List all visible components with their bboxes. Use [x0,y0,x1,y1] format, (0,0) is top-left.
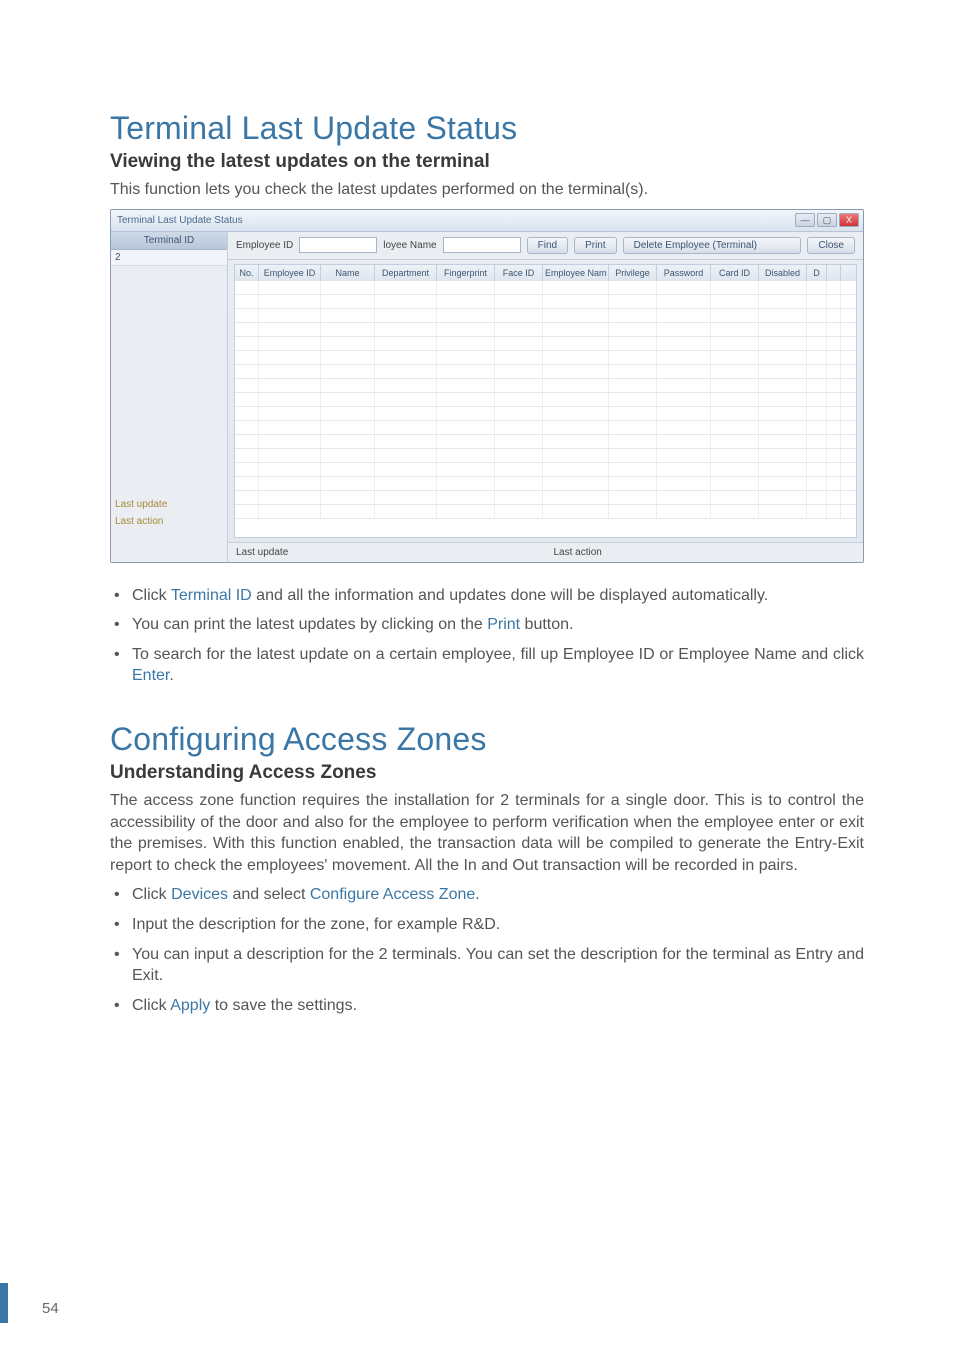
instruction-list-2: Click Devices and select Configure Acces… [110,884,864,1016]
app-window: Terminal Last Update Status — ▢ X Termin… [110,209,864,563]
window-controls: — ▢ X [795,213,859,227]
link-devices: Devices [171,886,228,903]
sidebar-last-action[interactable]: Last action [111,513,227,530]
col-scroll[interactable] [827,265,841,281]
window-title: Terminal Last Update Status [117,215,243,226]
footer-last-action: Last action [546,543,864,562]
col-empname[interactable]: Employee Nam [543,265,609,281]
link-enter: Enter [132,667,169,684]
data-grid: No. Employee ID Name Department Fingerpr… [234,264,857,538]
col-fingerprint[interactable]: Fingerprint [437,265,495,281]
sidebar-last-update[interactable]: Last update [111,496,227,513]
delete-employee-button[interactable]: Delete Employee (Terminal) [623,237,802,254]
titlebar: Terminal Last Update Status — ▢ X [111,210,863,232]
col-name[interactable]: Name [321,265,375,281]
minimize-button[interactable]: — [795,213,815,227]
list-item: You can print the latest updates by clic… [110,614,864,636]
col-no[interactable]: No. [235,265,259,281]
col-disabled[interactable]: Disabled [759,265,807,281]
print-button[interactable]: Print [574,237,617,254]
page-number: 54 [42,1300,59,1317]
sidebar: Terminal ID 2 Last update Last action [111,232,228,562]
instruction-list-1: Click Terminal ID and all the informatio… [110,585,864,687]
col-privilege[interactable]: Privilege [609,265,657,281]
sidebar-item-terminal[interactable]: 2 [111,250,227,266]
section-intro-1: This function lets you check the latest … [110,179,864,201]
footer-bar: Last update Last action [228,542,863,562]
link-apply: Apply [170,997,210,1014]
list-item: Click Apply to save the settings. [110,995,864,1017]
close-button[interactable]: Close [807,237,855,254]
close-window-button[interactable]: X [839,213,859,227]
grid-body [235,281,856,537]
label-employee-id: Employee ID [236,240,293,251]
section-body-2: The access zone function requires the in… [110,790,864,876]
link-configure-access-zone: Configure Access Zone [310,886,475,903]
list-item: Click Terminal ID and all the informatio… [110,585,864,607]
list-item: Input the description for the zone, for … [110,914,864,936]
toolbar: Employee ID loyee Name Find Print Delete… [228,232,863,260]
link-print: Print [487,616,520,633]
list-item: Click Devices and select Configure Acces… [110,884,864,906]
link-terminal-id: Terminal ID [171,587,252,604]
col-dept[interactable]: Department [375,265,437,281]
section-title-2: Configuring Access Zones [110,721,864,758]
employee-id-input[interactable] [299,237,377,253]
col-password[interactable]: Password [657,265,711,281]
employee-name-input[interactable] [443,237,521,253]
find-button[interactable]: Find [527,237,568,254]
section-subtitle-1: Viewing the latest updates on the termin… [110,151,864,173]
list-item: To search for the latest update on a cer… [110,644,864,687]
sidebar-header: Terminal ID [111,232,227,250]
section-title-1: Terminal Last Update Status [110,110,864,147]
col-d[interactable]: D [807,265,827,281]
list-item: You can input a description for the 2 te… [110,944,864,987]
label-employee-name: loyee Name [383,240,436,251]
footer-last-update: Last update [228,543,546,562]
col-cardid[interactable]: Card ID [711,265,759,281]
col-empid[interactable]: Employee ID [259,265,321,281]
section-subtitle-2: Understanding Access Zones [110,762,864,784]
page-edge-tab [0,1283,8,1323]
grid-header-row: No. Employee ID Name Department Fingerpr… [235,265,856,281]
maximize-button[interactable]: ▢ [817,213,837,227]
col-faceid[interactable]: Face ID [495,265,543,281]
